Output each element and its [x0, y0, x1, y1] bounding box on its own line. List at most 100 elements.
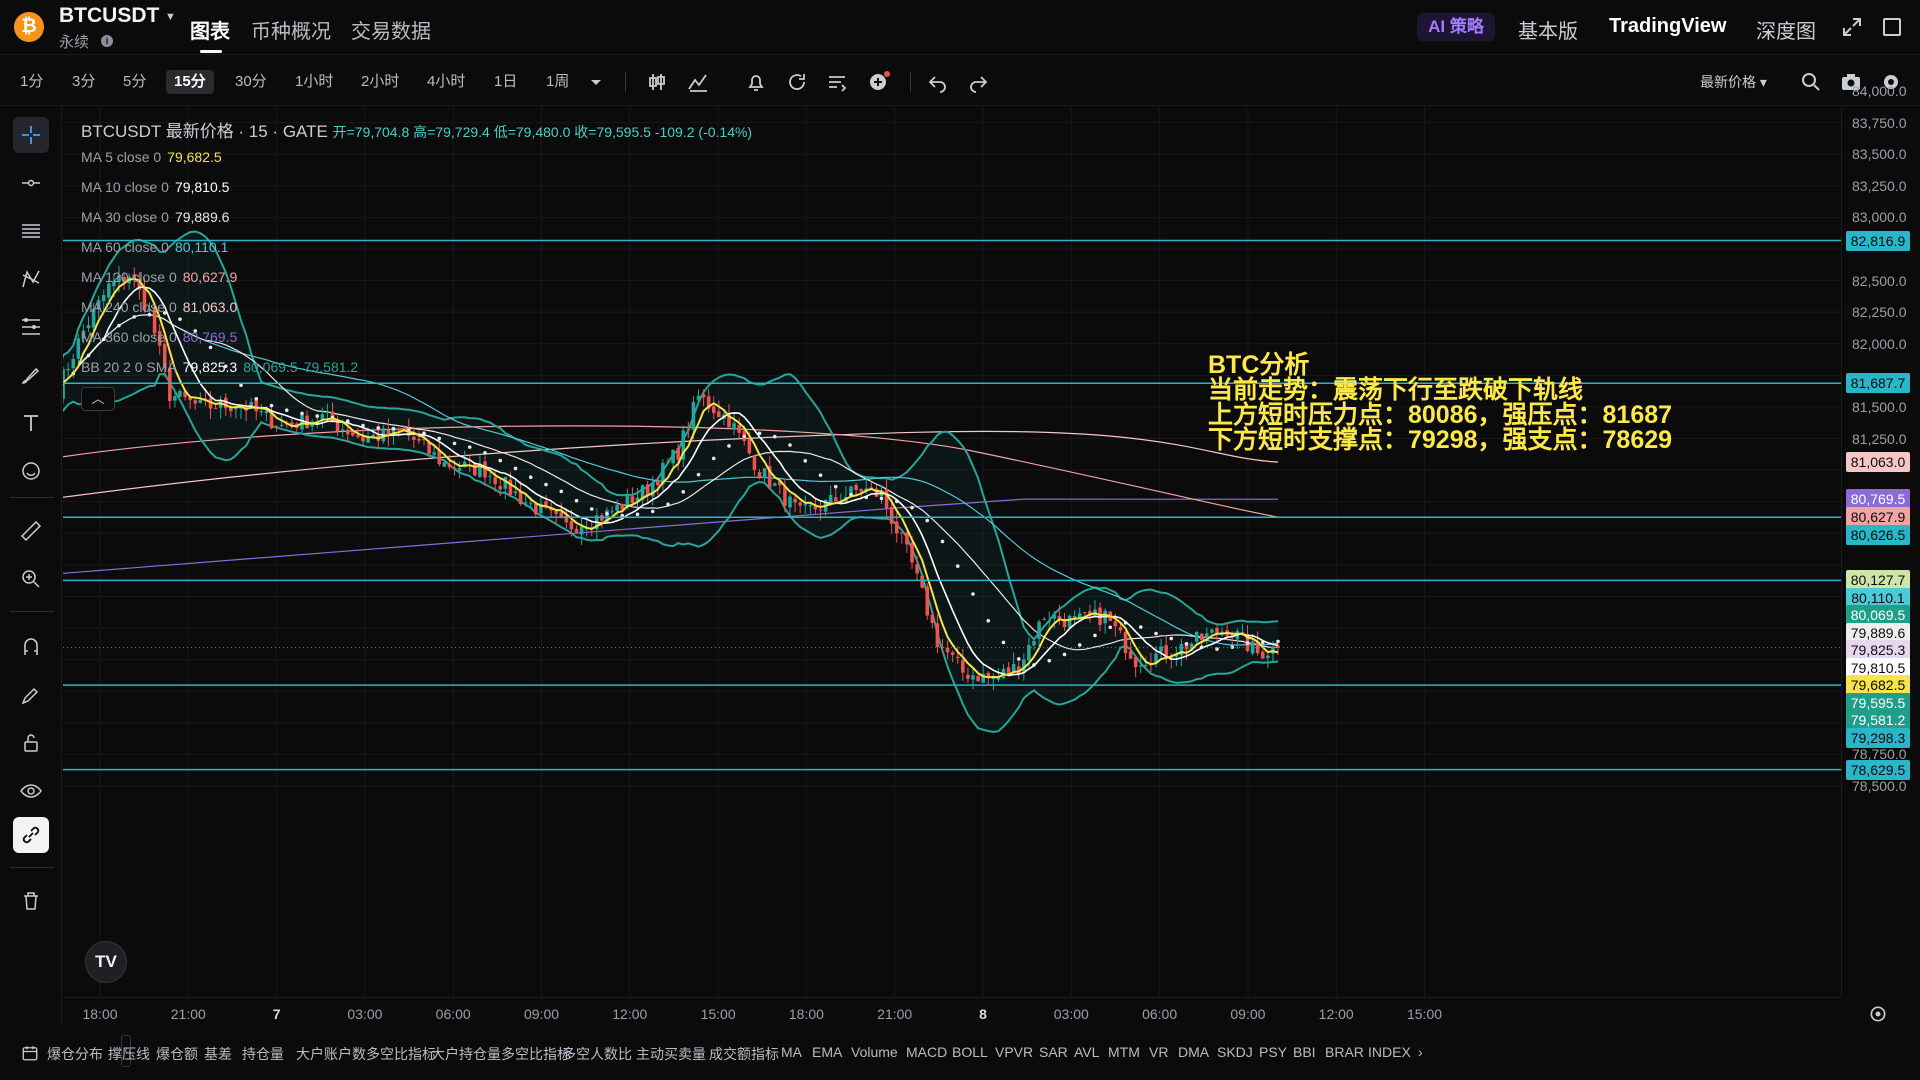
crosshair-tool[interactable]: [13, 117, 49, 153]
indicator-item[interactable]: 多空人数比: [562, 1044, 632, 1064]
interval-4h[interactable]: 4小时: [419, 70, 473, 94]
candle-body: [254, 399, 259, 412]
templates-icon[interactable]: [825, 70, 849, 94]
indicator-item[interactable]: DMA: [1178, 1044, 1209, 1060]
pattern-tool[interactable]: [13, 261, 49, 297]
indicator-item[interactable]: MTM: [1108, 1044, 1140, 1060]
indicator-item[interactable]: 大户持仓量多空比指标: [431, 1044, 571, 1064]
indicator-item[interactable]: 持仓量: [242, 1044, 284, 1064]
indicator-item[interactable]: Volume: [851, 1044, 898, 1060]
interval-1w[interactable]: 1周: [538, 70, 577, 94]
ai-strategy-button[interactable]: AI 策略: [1417, 13, 1495, 41]
tab-trading-data[interactable]: 交易数据: [351, 15, 431, 44]
bb-basis-dot: [772, 434, 777, 439]
bb-basis-dot: [803, 459, 808, 463]
calendar-icon[interactable]: [21, 1044, 39, 1062]
interval-dropdown-icon[interactable]: [584, 70, 608, 94]
fib-tool[interactable]: [13, 309, 49, 345]
indicator-item[interactable]: VR: [1149, 1044, 1168, 1060]
depth-chart-link[interactable]: 深度图: [1756, 15, 1816, 44]
text-tool[interactable]: [13, 405, 49, 441]
alert-bell-icon[interactable]: [744, 70, 768, 94]
indicator-item[interactable]: 大户账户数多空比指标: [296, 1044, 436, 1064]
indicator-item[interactable]: AVL: [1074, 1044, 1099, 1060]
symbol-selector[interactable]: BTCUSDT: [59, 4, 159, 28]
ruler-tool[interactable]: [13, 513, 49, 549]
interval-30m[interactable]: 30分: [227, 70, 275, 94]
indicator-item[interactable]: BOLL: [952, 1044, 988, 1060]
candle-body: [412, 436, 416, 440]
indicator-item[interactable]: MACD: [906, 1044, 947, 1060]
stay-drawing-tool[interactable]: [13, 677, 49, 713]
interval-5m[interactable]: 5分: [115, 70, 154, 94]
indicator-item[interactable]: 撑压线: [108, 1044, 150, 1064]
indicators-icon[interactable]: [686, 70, 710, 94]
redo-icon[interactable]: [966, 70, 990, 94]
interval-1d[interactable]: 1日: [486, 70, 525, 94]
indicator-item[interactable]: SKDJ: [1217, 1044, 1253, 1060]
candle-body: [818, 509, 823, 511]
indicator-item[interactable]: EMA: [812, 1044, 842, 1060]
indicator-item[interactable]: 爆仓分布: [47, 1044, 103, 1064]
emoji-tool[interactable]: [13, 453, 49, 489]
bitcoin-logo-icon: ₿: [14, 12, 44, 42]
visibility-tool[interactable]: [13, 773, 49, 809]
candle-body: [223, 397, 228, 409]
text-icon: [24, 415, 38, 431]
tradingview-logo-icon[interactable]: TV: [85, 941, 127, 983]
caret-down-icon[interactable]: ▼: [165, 11, 176, 23]
delete-tool[interactable]: [13, 883, 49, 919]
legend-collapse-button[interactable]: ︿: [81, 387, 115, 411]
price-axis[interactable]: 84,000.0 83,750.0 83,500.0 83,250.0 83,000.0…: [1841, 83, 1920, 997]
interval-1h[interactable]: 1小时: [287, 70, 341, 94]
trendline-tool[interactable]: [13, 165, 49, 201]
tab-overview[interactable]: 币种概况: [251, 15, 331, 44]
replay-icon[interactable]: [785, 70, 809, 94]
interval-2h[interactable]: 2小时: [353, 70, 407, 94]
bb-basis-dot: [818, 473, 823, 477]
indicator-item[interactable]: 成交额指标: [709, 1044, 779, 1064]
interval-3m[interactable]: 3分: [64, 70, 103, 94]
sync-link-tool[interactable]: [13, 817, 49, 853]
horizontal-lines-tool[interactable]: [13, 213, 49, 249]
chevron-right-icon[interactable]: ›: [1418, 1044, 1423, 1060]
time-axis[interactable]: 18:00 21:00 7 03:00 06:00 09:00 12:00 15:00 18:0…: [63, 997, 1841, 1027]
brush-tool[interactable]: [13, 357, 49, 393]
indicator-item[interactable]: MA: [781, 1044, 802, 1060]
indicator-item[interactable]: 基差: [204, 1044, 232, 1064]
fullscreen-icon[interactable]: [1880, 15, 1904, 39]
indicator-item[interactable]: SAR: [1039, 1044, 1068, 1060]
candle-body: [76, 338, 81, 359]
add-compare-icon[interactable]: [866, 70, 890, 94]
indicator-item[interactable]: 爆仓额: [156, 1044, 198, 1064]
ma-name: MA 60 close 0: [81, 239, 169, 255]
search-icon[interactable]: [1799, 70, 1823, 94]
undo-icon[interactable]: [926, 70, 950, 94]
lock-tool[interactable]: [13, 725, 49, 761]
indicator-item[interactable]: 主动买卖量: [636, 1044, 706, 1064]
indicator-item[interactable]: INDEX: [1368, 1044, 1411, 1060]
basic-version-link[interactable]: 基本版: [1518, 15, 1578, 44]
ma10-row: MA 10 close 0 79,810.5: [81, 172, 752, 202]
ma-value: 79,682.5: [167, 149, 222, 165]
expand-icon[interactable]: [1840, 15, 1864, 39]
tradingview-link[interactable]: TradingView: [1609, 15, 1726, 38]
indicator-item[interactable]: VPVR: [995, 1044, 1033, 1060]
interval-1m[interactable]: 1分: [12, 70, 51, 94]
tab-chart[interactable]: 图表: [190, 15, 230, 44]
info-icon[interactable]: i: [101, 35, 113, 47]
chart-pane[interactable]: BTCUSDT 最新价格 · 15 · GATE 开=79,704.8 高=79…: [63, 107, 1841, 1067]
indicator-item[interactable]: PSY: [1259, 1044, 1287, 1060]
axis-settings-gear-icon[interactable]: [1868, 1004, 1888, 1024]
lines-icon: [22, 224, 40, 238]
indicator-item[interactable]: BBI: [1293, 1044, 1316, 1060]
analysis-annotation[interactable]: BTC分析 当前走势：震荡下行至跌破下轨线 上方短时压力点：80086，强压点：…: [1208, 353, 1672, 453]
candle-body: [772, 483, 777, 486]
zoom-tool[interactable]: [13, 561, 49, 597]
magnet-tool[interactable]: [13, 629, 49, 665]
bb-basis-dot: [696, 472, 701, 477]
candle-style-icon[interactable]: [645, 70, 669, 94]
indicator-item[interactable]: BRAR: [1325, 1044, 1364, 1060]
price-type-selector[interactable]: 最新价格 ▾: [1700, 70, 1767, 94]
interval-15m[interactable]: 15分: [166, 70, 214, 94]
